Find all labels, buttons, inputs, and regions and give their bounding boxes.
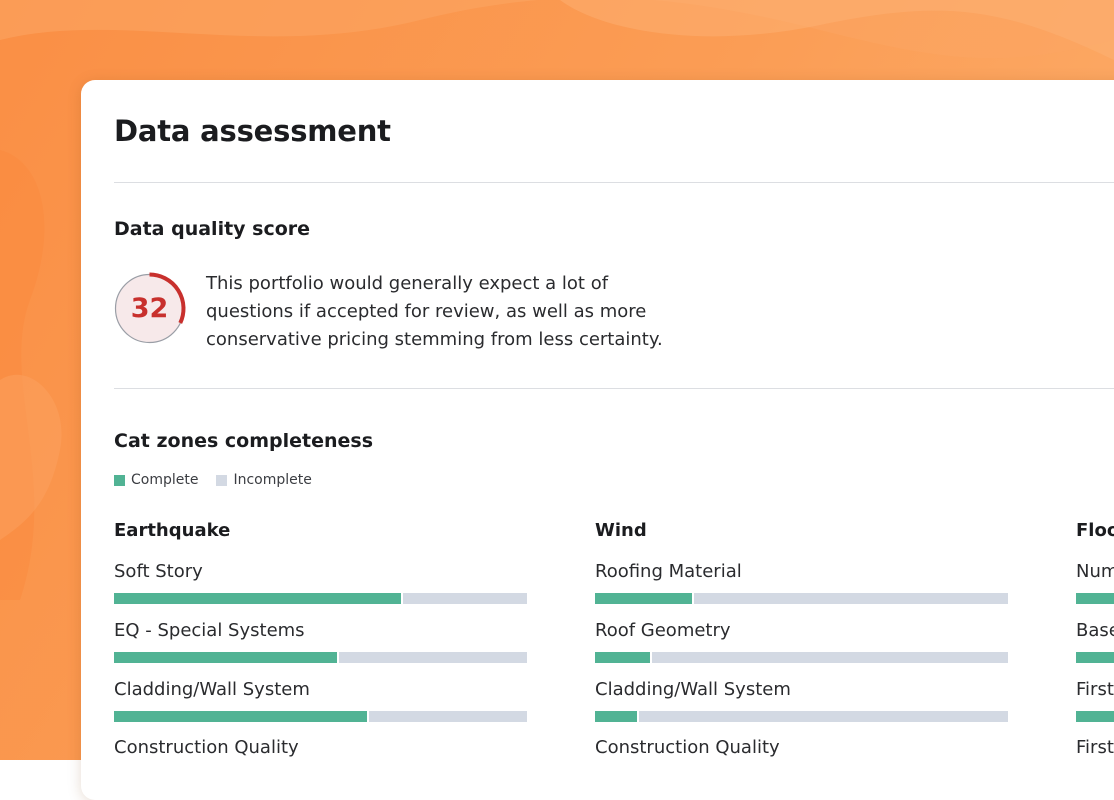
metric-label: Cladding/Wall System — [595, 679, 791, 700]
metric-row: Roofing Material — [595, 561, 1008, 611]
incomplete-swatch-icon — [216, 474, 228, 486]
quality-score-description: This portfolio would generally expect a … — [206, 273, 663, 350]
complete-swatch-icon — [114, 474, 125, 486]
metric-label: First — [1076, 679, 1114, 700]
metric-label: Construction Quality — [114, 737, 299, 758]
metric-row: Construction Quality — [595, 737, 1008, 787]
metric-label: Base — [1076, 620, 1114, 641]
completeness-fill — [1076, 711, 1114, 722]
metric-row: Construction Quality — [114, 737, 527, 787]
column-title: Floo — [1076, 520, 1114, 541]
quality-score-heading: Data quality score — [114, 218, 311, 240]
legend-incomplete: Incomplete — [216, 472, 312, 488]
metric-label: Soft Story — [114, 561, 203, 582]
legend-incomplete-label: Incomplete — [233, 472, 312, 488]
quality-score-gauge: 32 — [114, 272, 187, 345]
metric-label: Roof Geometry — [595, 620, 731, 641]
metric-row: First — [1076, 737, 1114, 787]
metric-label: First — [1076, 737, 1114, 758]
completeness-bar — [1076, 711, 1114, 722]
completeness-legend: Complete Incomplete — [114, 472, 330, 488]
metric-row: EQ - Special Systems — [114, 620, 527, 670]
metric-label: Num — [1076, 561, 1114, 582]
assessment-card: Data assessment Data quality score 32 Th… — [81, 80, 1114, 800]
metric-row: Cladding/Wall System — [595, 679, 1008, 729]
metric-row: Num — [1076, 561, 1114, 611]
metric-label: Cladding/Wall System — [114, 679, 310, 700]
quality-divider — [114, 388, 1114, 389]
completeness-fill — [1076, 652, 1114, 663]
completeness-bar — [595, 652, 1008, 663]
completeness-fill — [114, 593, 404, 604]
metric-label: Construction Quality — [595, 737, 780, 758]
completeness-bar — [1076, 652, 1114, 663]
metric-row: First — [1076, 679, 1114, 729]
completeness-fill — [595, 652, 652, 663]
quality-score-value: 32 — [130, 293, 169, 324]
completeness-fill — [1076, 593, 1114, 604]
completeness-fill — [114, 711, 370, 722]
column-title: Wind — [595, 520, 647, 541]
completeness-bar — [114, 652, 527, 663]
completeness-fill — [595, 711, 640, 722]
completeness-bar — [1076, 593, 1114, 604]
completeness-bar — [595, 593, 1008, 604]
cat-zones-heading: Cat zones completeness — [114, 430, 374, 452]
metric-label: EQ - Special Systems — [114, 620, 305, 641]
metric-row: Soft Story — [114, 561, 527, 611]
title-divider — [114, 182, 1114, 183]
metric-row: Roof Geometry — [595, 620, 1008, 670]
completeness-bar — [595, 711, 1008, 722]
metric-label: Roofing Material — [595, 561, 742, 582]
completeness-bar — [114, 711, 527, 722]
legend-complete: Complete — [114, 472, 198, 488]
column-title: Earthquake — [114, 520, 231, 541]
metric-row: Base — [1076, 620, 1114, 670]
completeness-bar — [114, 593, 527, 604]
completeness-fill — [114, 652, 340, 663]
legend-complete-label: Complete — [131, 472, 199, 488]
completeness-fill — [595, 593, 695, 604]
metric-row: Cladding/Wall System — [114, 679, 527, 729]
page-title: Data assessment — [114, 114, 391, 148]
